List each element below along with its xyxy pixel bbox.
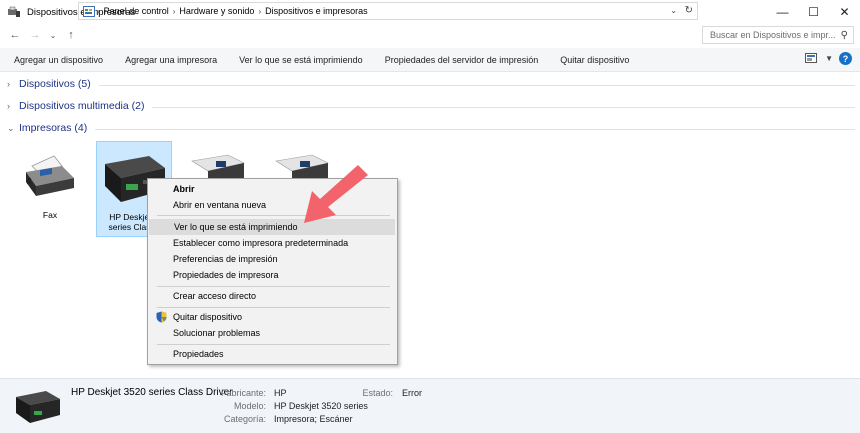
menu-item-set-default-printer[interactable]: Establecer como impresora predeterminada [148, 235, 397, 251]
breadcrumb-devices-printers[interactable]: Dispositivos e impresoras [265, 6, 368, 16]
view-dropdown-icon[interactable]: ▼ [825, 54, 833, 63]
fax-icon [26, 155, 74, 196]
expand-chevron-icon[interactable]: › [7, 101, 17, 111]
back-arrow-icon[interactable]: ← [7, 26, 23, 44]
menu-separator [157, 307, 390, 308]
remove-device-button[interactable]: Quitar dispositivo [549, 55, 640, 65]
forward-arrow-icon[interactable]: → [27, 26, 43, 44]
expand-chevron-icon[interactable]: › [7, 79, 17, 89]
group-title: Impresoras (4) [19, 122, 88, 134]
menu-item-troubleshoot[interactable]: Solucionar problemas [148, 325, 397, 341]
pointer-arrow-icon [304, 165, 368, 223]
close-button[interactable]: ✕ [829, 0, 860, 24]
help-icon[interactable]: ? [839, 52, 852, 65]
minimize-button[interactable]: — [767, 0, 798, 24]
uac-shield-icon [156, 311, 167, 323]
breadcrumb-separator-icon: › [172, 6, 176, 16]
breadcrumb-hardware-sound[interactable]: Hardware y sonido [179, 6, 254, 16]
search-placeholder: Buscar en Dispositivos e impr... [710, 30, 836, 40]
manufacturer-value: HP [274, 388, 287, 398]
menu-item-printer-properties[interactable]: Propiedades de impresora [148, 267, 397, 283]
breadcrumb-separator-icon: › [258, 6, 262, 16]
status-value: Error [402, 388, 422, 398]
printer-thumbnail-icon [16, 391, 60, 423]
recent-locations-chevron-icon[interactable]: ⌄ [45, 26, 61, 44]
address-bar[interactable]: › Panel de control › Hardware y sonido ›… [78, 2, 698, 20]
refresh-icon[interactable]: ↻ [685, 5, 693, 16]
menu-separator [157, 344, 390, 345]
menu-item-remove-device[interactable]: Quitar dispositivo [148, 309, 397, 325]
model-value: HP Deskjet 3520 series [274, 401, 368, 411]
manufacturer-label: Fabricante: [220, 388, 266, 398]
devices-printers-icon [8, 6, 20, 17]
add-printer-button[interactable]: Agregar una impresora [114, 55, 228, 65]
search-icon[interactable]: ⚲ [841, 30, 848, 41]
collapse-chevron-icon[interactable]: ⌄ [7, 123, 17, 134]
details-device-name: HP Deskjet 3520 series Class Driver [71, 387, 233, 398]
search-input[interactable]: Buscar en Dispositivos e impr... ⚲ [702, 26, 854, 44]
menu-separator [157, 286, 390, 287]
device-label: Fax [42, 210, 58, 220]
category-value: Impresora; Escáner [274, 414, 353, 424]
group-title: Dispositivos (5) [19, 78, 91, 90]
group-divider [95, 128, 855, 130]
category-label: Categoría: [223, 414, 266, 424]
group-printers[interactable]: ⌄ Impresoras (4) [7, 122, 855, 134]
status-label: Estado: [362, 388, 393, 398]
breadcrumb-control-panel[interactable]: Panel de control [104, 6, 169, 16]
menu-item-properties[interactable]: Propiedades [148, 346, 397, 362]
group-divider [98, 84, 855, 86]
address-dropdown-icon[interactable]: ⌄ [670, 6, 677, 15]
group-divider [152, 106, 855, 108]
up-arrow-icon[interactable]: ↑ [63, 26, 79, 44]
menu-item-label: Quitar dispositivo [173, 312, 243, 322]
group-devices[interactable]: › Dispositivos (5) [7, 78, 855, 90]
details-pane: HP Deskjet 3520 series Class Driver Fabr… [0, 378, 860, 433]
group-multimedia[interactable]: › Dispositivos multimedia (2) [7, 100, 855, 112]
add-device-button[interactable]: Agregar un dispositivo [0, 55, 114, 65]
group-title: Dispositivos multimedia (2) [19, 100, 145, 112]
view-options-icon[interactable] [805, 53, 819, 64]
device-fax[interactable]: Fax [12, 140, 88, 236]
model-label: Modelo: [233, 401, 266, 411]
control-panel-icon [83, 5, 95, 17]
breadcrumb-separator-icon: › [97, 6, 100, 16]
menu-item-create-shortcut[interactable]: Crear acceso directo [148, 288, 397, 304]
maximize-button[interactable]: ☐ [798, 0, 829, 24]
see-whats-printing-button[interactable]: Ver lo que se está imprimiendo [228, 55, 374, 65]
command-bar: Agregar un dispositivo Agregar una impre… [0, 48, 860, 72]
print-server-properties-button[interactable]: Propiedades del servidor de impresión [374, 55, 550, 65]
menu-item-printing-preferences[interactable]: Preferencias de impresión [148, 251, 397, 267]
